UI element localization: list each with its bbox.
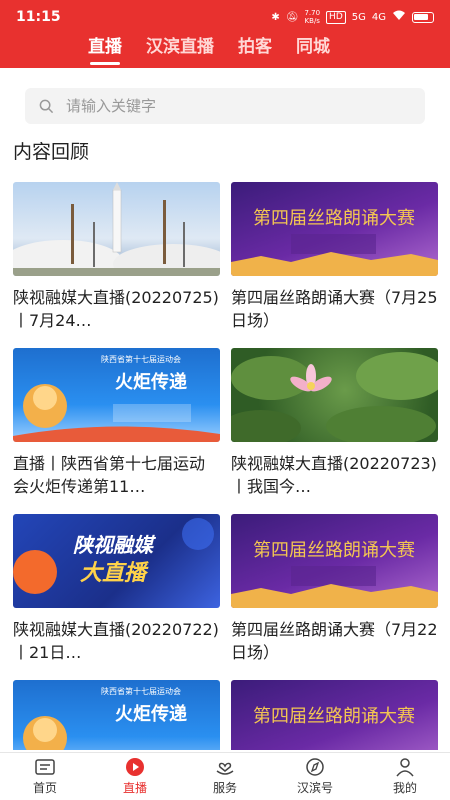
recital-contest-banner: 第四届丝路朗诵大赛 [231, 514, 438, 608]
svg-text:第四届丝路朗诵大赛: 第四届丝路朗诵大赛 [253, 706, 415, 727]
tab-tongcheng[interactable]: 同城 [296, 34, 330, 68]
header: 11:15 ✱ 🔕︎ 7.70 KB/s HD 5G 4G 直播 汉滨直播 拍客 … [0, 0, 450, 68]
top-tabs: 直播 汉滨直播 拍客 同城 [0, 34, 450, 68]
nav-label: 汉滨号 [296, 781, 333, 795]
network-speed: 7.70 KB/s [304, 9, 321, 25]
compass-icon [306, 758, 324, 776]
content-card[interactable]: 第四届丝路朗诵大赛 第四届丝路朗诵大赛（7月22日场） [231, 514, 438, 664]
nav-label: 直播 [122, 781, 147, 795]
content-card[interactable]: 陕视融媒大直播(20220723)丨我国今… [231, 348, 438, 498]
media-live-banner: 陕视融媒 大直播 [13, 514, 220, 608]
recital-contest-banner: 第四届丝路朗诵大赛 [231, 182, 438, 276]
nav-hanbin[interactable]: 汉滨号 [270, 753, 360, 800]
status-icons: ✱ 🔕︎ 7.70 KB/s HD 5G 4G [271, 9, 434, 25]
recital-contest-banner: 第四届丝路朗诵大赛 [231, 680, 438, 750]
search-bar[interactable] [25, 88, 425, 124]
svg-text:火炬传递: 火炬传递 [115, 371, 187, 393]
signal-5g: 5G [351, 11, 366, 23]
card-title: 陕视融媒大直播(20220723)丨我国今… [231, 454, 437, 496]
content-grid: 陕视融媒大直播(20220725)丨7月24… 第四届丝路朗诵大赛 第四届丝路朗… [0, 182, 450, 750]
search-icon [39, 99, 54, 113]
torch-relay-banner: 陕西省第十七届运动会 火炬传递 [13, 680, 220, 750]
tab-paike[interactable]: 拍客 [238, 34, 272, 68]
nav-home[interactable]: 首页 [0, 753, 90, 800]
nav-service[interactable]: 服务 [180, 753, 270, 800]
content-card[interactable]: 陕西省第十七届运动会 火炬传递 直播丨陕西省第十七届运动会火炬传递第11… [13, 348, 220, 498]
content-card[interactable]: 第四届丝路朗诵大赛 第四届丝路朗诵大赛（7月25日场） [231, 182, 438, 332]
content-card[interactable]: 陕视融媒 大直播 陕视融媒大直播(20220722)丨21日… [13, 514, 220, 664]
bluetooth-icon: ✱ [271, 11, 280, 23]
content-card[interactable]: 陕视融媒大直播(20220725)丨7月24… [13, 182, 220, 332]
rocket-launch-image [13, 182, 220, 276]
tab-live[interactable]: 直播 [88, 34, 122, 68]
lotus-image [231, 348, 438, 442]
battery-icon [412, 11, 434, 23]
nav-live[interactable]: 直播 [90, 753, 180, 800]
card-title: 陕视融媒大直播(20220725)丨7月24… [13, 288, 219, 330]
news-icon [35, 759, 55, 775]
svg-text:火炬传递: 火炬传递 [115, 703, 187, 725]
play-icon [126, 758, 144, 776]
search-input[interactable] [66, 97, 386, 115]
heart-hand-icon [216, 762, 234, 775]
status-time: 11:15 [16, 9, 61, 25]
card-title: 直播丨陕西省第十七届运动会火炬传递第11… [13, 454, 206, 496]
card-title: 陕视融媒大直播(20220722)丨21日… [13, 620, 219, 662]
nav-label: 我的 [392, 781, 417, 795]
content-card[interactable]: 陕西省第十七届运动会 火炬传递 [13, 680, 220, 750]
content-card[interactable]: 第四届丝路朗诵大赛 [231, 680, 438, 750]
status-bar: 11:15 ✱ 🔕︎ 7.70 KB/s HD 5G 4G [0, 0, 450, 34]
nav-label: 首页 [32, 781, 57, 795]
card-title: 第四届丝路朗诵大赛（7月22日场） [231, 620, 438, 662]
svg-text:陕西省第十七届运动会: 陕西省第十七届运动会 [101, 686, 181, 696]
svg-text:第四届丝路朗诵大赛: 第四届丝路朗诵大赛 [253, 540, 415, 561]
bottom-nav: 首页 直播 服务 汉滨号 我的 [0, 752, 450, 800]
person-icon [396, 758, 414, 777]
svg-text:陕视融媒: 陕视融媒 [73, 533, 157, 557]
wifi-icon [392, 10, 406, 24]
hd-badge: HD [326, 10, 346, 24]
section-title: 内容回顾 [13, 141, 90, 163]
svg-text:第四届丝路朗诵大赛: 第四届丝路朗诵大赛 [253, 208, 415, 229]
svg-text:陕西省第十七届运动会: 陕西省第十七届运动会 [101, 354, 181, 364]
nav-label: 服务 [212, 781, 237, 795]
svg-text:大直播: 大直播 [80, 561, 149, 586]
nav-mine[interactable]: 我的 [360, 753, 450, 800]
torch-relay-banner: 陕西省第十七届运动会 火炬传递 [13, 348, 220, 442]
tab-hanbin-live[interactable]: 汉滨直播 [146, 34, 214, 68]
card-title: 第四届丝路朗诵大赛（7月25日场） [231, 288, 438, 330]
mute-icon: 🔕︎ [285, 11, 299, 23]
signal-4g: 4G [371, 11, 386, 23]
